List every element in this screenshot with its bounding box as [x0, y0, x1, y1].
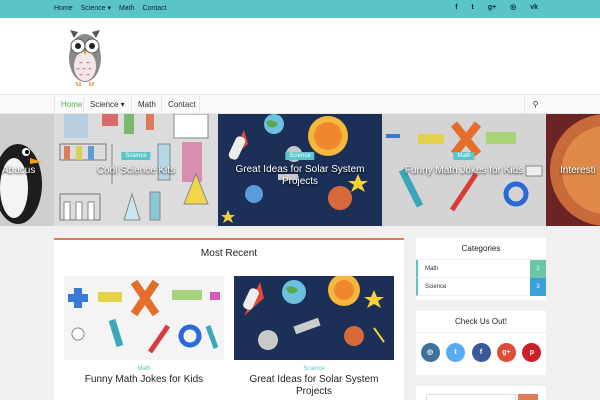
categories-widget: Categories Math 2 Science 3	[416, 238, 546, 300]
post-card[interactable]: Math Funny Math Jokes for Kids	[64, 276, 224, 386]
post-category[interactable]: Math	[64, 366, 224, 372]
top-bar: Home Science ▾ Math Contact f t g+ ◎ vk	[0, 0, 600, 18]
pinterest-icon[interactable]: p	[522, 343, 542, 362]
nav-contact[interactable]: Contact	[162, 95, 200, 115]
check-us-out-title: Check Us Out!	[416, 311, 546, 333]
featured-slider: Abacus Science Cool Science Kits Science…	[0, 114, 600, 226]
most-recent-title: Most Recent	[200, 248, 258, 259]
math-symbols-thumbnail	[68, 279, 220, 354]
post-title[interactable]: Great Ideas for Solar System Projects	[234, 374, 394, 398]
post-category[interactable]: Science	[234, 366, 394, 372]
slide-title: Funny Math Jokes for Kids	[404, 165, 524, 176]
solar-system-thumbnail	[234, 276, 394, 360]
instagram-icon[interactable]: ◎	[510, 4, 516, 11]
top-nav-science[interactable]: Science ▾	[81, 5, 111, 12]
most-recent-panel: Most Recent Math Funny Math Jokes for Ki…	[54, 238, 404, 400]
category-count: 3	[530, 278, 546, 296]
slide-title: Cool Science Kits	[96, 165, 176, 176]
google-plus-icon[interactable]: g+	[488, 4, 496, 11]
site-header	[0, 18, 600, 94]
slide-solar-system[interactable]: Science Great Ideas for Solar System Pro…	[218, 114, 382, 226]
slide-math-jokes[interactable]: Math Funny Math Jokes for Kids	[382, 114, 546, 226]
categories-title: Categories	[416, 238, 546, 260]
google-plus-icon[interactable]: g+	[496, 343, 516, 362]
category-item-science[interactable]: Science 3	[416, 278, 546, 296]
top-nav-math[interactable]: Math	[119, 5, 135, 12]
post-title[interactable]: Funny Math Jokes for Kids	[64, 374, 224, 386]
search-input[interactable]	[426, 394, 516, 400]
social-buttons: ◎ t f g+ p	[416, 333, 546, 362]
top-social-links: f t g+ ◎ vk	[443, 3, 538, 11]
twitter-icon[interactable]: t	[446, 343, 466, 362]
category-label: Science	[425, 284, 447, 290]
slide-title: Interesti	[560, 165, 596, 176]
sidebar-widget-partial	[416, 386, 546, 400]
category-count: 2	[530, 260, 546, 278]
nav-home[interactable]: Home	[54, 95, 84, 115]
slide-interesting[interactable]: Interesti	[546, 114, 600, 226]
post-thumbnail[interactable]	[234, 276, 394, 360]
slide-category-badge[interactable]: Science	[285, 152, 315, 160]
slide-category-badge[interactable]: Math	[453, 152, 475, 160]
check-us-out-widget: Check Us Out! ◎ t f g+ p	[416, 311, 546, 375]
post-thumbnail[interactable]	[64, 276, 224, 360]
slide-science-kits[interactable]: Science Cool Science Kits	[54, 114, 218, 226]
slide-abacus[interactable]: Abacus	[0, 114, 54, 226]
facebook-icon[interactable]: f	[471, 343, 491, 362]
vk-icon[interactable]: vk	[530, 4, 538, 11]
slide-title: Abacus	[2, 165, 36, 176]
top-nav-home[interactable]: Home	[54, 5, 73, 12]
top-nav: Home Science ▾ Math Contact	[54, 4, 173, 12]
slide-title: Great Ideas for Solar System Projects	[235, 164, 365, 187]
instagram-icon[interactable]: ◎	[420, 343, 440, 362]
post-card[interactable]: Science Great Ideas for Solar System Pro…	[234, 276, 394, 398]
twitter-icon[interactable]: t	[472, 4, 474, 11]
category-label: Math	[425, 266, 439, 272]
owl-logo[interactable]	[64, 22, 106, 88]
top-nav-contact[interactable]: Contact	[142, 5, 166, 12]
facebook-icon[interactable]: f	[455, 4, 457, 11]
search-icon[interactable]: ⚲	[524, 95, 546, 114]
search-button[interactable]	[518, 394, 538, 400]
nav-science[interactable]: Science ▾	[84, 95, 132, 115]
nav-math[interactable]: Math	[132, 95, 162, 115]
category-item-math[interactable]: Math 2	[416, 260, 546, 278]
slide-category-badge[interactable]: Science	[121, 152, 151, 160]
main-nav: Home Science ▾ Math Contact ⚲	[0, 94, 600, 115]
